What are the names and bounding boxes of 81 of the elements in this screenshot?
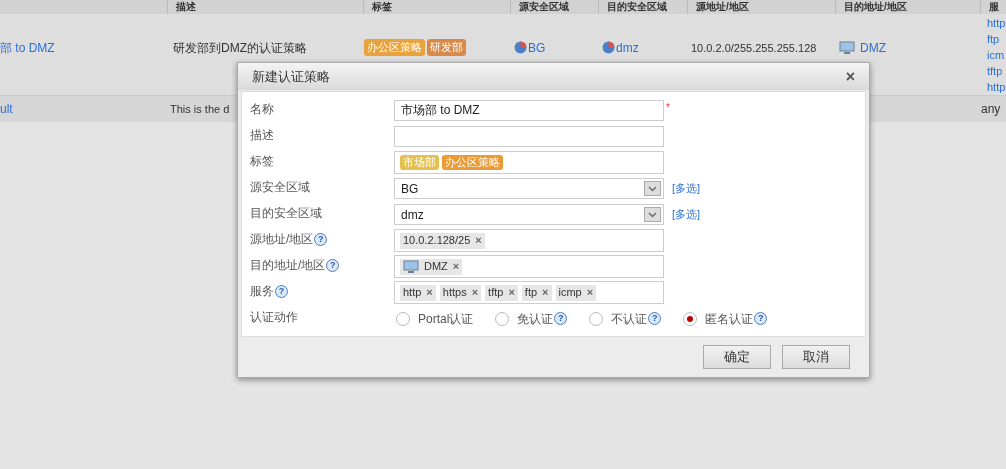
chip-field[interactable]: 10.0.2.128/25 × xyxy=(394,229,664,252)
monitor-icon xyxy=(839,40,855,55)
text-field[interactable]: 市场部 to DMZ xyxy=(394,100,664,121)
radio-label: 免认证 xyxy=(517,310,554,328)
select-field[interactable]: dmz xyxy=(394,204,664,225)
text-field[interactable] xyxy=(394,126,664,147)
globe-icon xyxy=(602,41,615,54)
tag: 办公区策略 xyxy=(364,39,425,56)
remove-icon[interactable]: × xyxy=(542,284,549,301)
tag: 市场部 xyxy=(400,155,439,170)
table-cell-text: DMZ xyxy=(860,39,886,57)
chip: DMZ × xyxy=(400,258,463,275)
chip: https × xyxy=(439,284,482,301)
table-cell: 研发部到DMZ的认证策略 xyxy=(173,40,307,55)
column-header: 服 xyxy=(989,0,1000,14)
column-header: 源地址/地区 xyxy=(696,0,750,14)
multi-select-link[interactable]: [多选] xyxy=(672,180,701,197)
column-header: 标签 xyxy=(372,0,393,14)
field-label: 服务 xyxy=(250,283,274,300)
field-label: 源安全区域 xyxy=(250,179,310,196)
chip-field[interactable]: http × https × tftp × ftp × icmp × xyxy=(394,281,664,304)
radio-label: 不认证 xyxy=(611,310,648,328)
help-icon[interactable]: ? xyxy=(275,284,288,298)
service-link[interactable]: icm xyxy=(987,46,1006,63)
radio-label: 匿名认证 xyxy=(705,310,754,328)
radio-button[interactable] xyxy=(396,311,410,326)
globe-icon xyxy=(514,41,527,54)
column-header: 目的安全区域 xyxy=(607,0,668,14)
remove-icon[interactable]: × xyxy=(471,284,479,301)
dialog-button[interactable]: 确定 xyxy=(703,345,771,369)
chip: http × xyxy=(400,284,436,301)
chevron-down-icon xyxy=(644,181,661,196)
help-icon[interactable]: ? xyxy=(754,312,768,325)
table-cell: This is the d xyxy=(170,103,230,115)
help-icon[interactable]: ? xyxy=(314,232,328,246)
help-icon[interactable]: ? xyxy=(648,312,662,325)
table-cell-text: dmz xyxy=(616,39,639,57)
service-link[interactable]: http xyxy=(987,14,1006,31)
remove-icon[interactable]: × xyxy=(508,284,515,301)
chip: 10.0.2.128/25 × xyxy=(400,232,485,249)
service-link[interactable]: ftp xyxy=(987,30,1006,47)
remove-icon[interactable]: × xyxy=(586,284,594,301)
column-header: 描述 xyxy=(176,0,197,14)
column-header: 目的地址/地区 xyxy=(844,0,908,14)
dialog-button[interactable]: 取消 xyxy=(782,345,850,369)
select-field[interactable]: BG xyxy=(394,178,664,199)
remove-icon[interactable]: × xyxy=(475,232,482,249)
help-icon[interactable]: ? xyxy=(554,312,568,325)
table-cell-text: BG xyxy=(528,39,546,57)
dialog-title: 新建认证策略 xyxy=(252,67,330,86)
radio-button[interactable] xyxy=(683,311,698,326)
table-cell: 10.0.2.0/255.255.255.128 xyxy=(691,41,817,54)
service-link[interactable]: http xyxy=(987,78,1006,95)
field-label: 名称 xyxy=(250,101,274,118)
tag: 办公区策略 xyxy=(442,155,503,170)
radio-label: Portal认证 xyxy=(418,310,474,328)
field-label: 认证动作 xyxy=(250,309,298,326)
column-header: 源安全区域 xyxy=(519,0,570,14)
field-label: 目的地址/地区 xyxy=(250,257,326,274)
field-label: 目的安全区域 xyxy=(250,205,322,222)
chip: tftp × xyxy=(485,284,518,301)
help-icon[interactable]: ? xyxy=(326,258,340,272)
radio-button[interactable] xyxy=(589,311,604,326)
multi-select-link[interactable]: [多选] xyxy=(672,206,701,223)
table-cell: any xyxy=(981,102,1001,116)
remove-icon[interactable]: × xyxy=(452,258,460,275)
remove-icon[interactable]: × xyxy=(426,284,433,301)
chip: ftp × xyxy=(521,284,552,301)
chevron-down-icon xyxy=(644,207,661,222)
required-mark: * xyxy=(666,101,670,115)
chip-field[interactable]: DMZ × xyxy=(394,255,664,278)
field-label: 描述 xyxy=(250,127,274,144)
close-button[interactable]: × xyxy=(845,68,855,85)
chip: icmp × xyxy=(555,284,597,301)
radio-button[interactable] xyxy=(495,311,510,326)
field-label: 源地址/地区 xyxy=(250,231,314,248)
service-link[interactable]: tftp xyxy=(987,62,1006,79)
policy-link[interactable]: 部 to DMZ xyxy=(0,40,55,55)
policy-link[interactable]: ult xyxy=(0,102,13,116)
tag: 研发部 xyxy=(427,39,466,56)
field-label: 标签 xyxy=(250,153,274,170)
